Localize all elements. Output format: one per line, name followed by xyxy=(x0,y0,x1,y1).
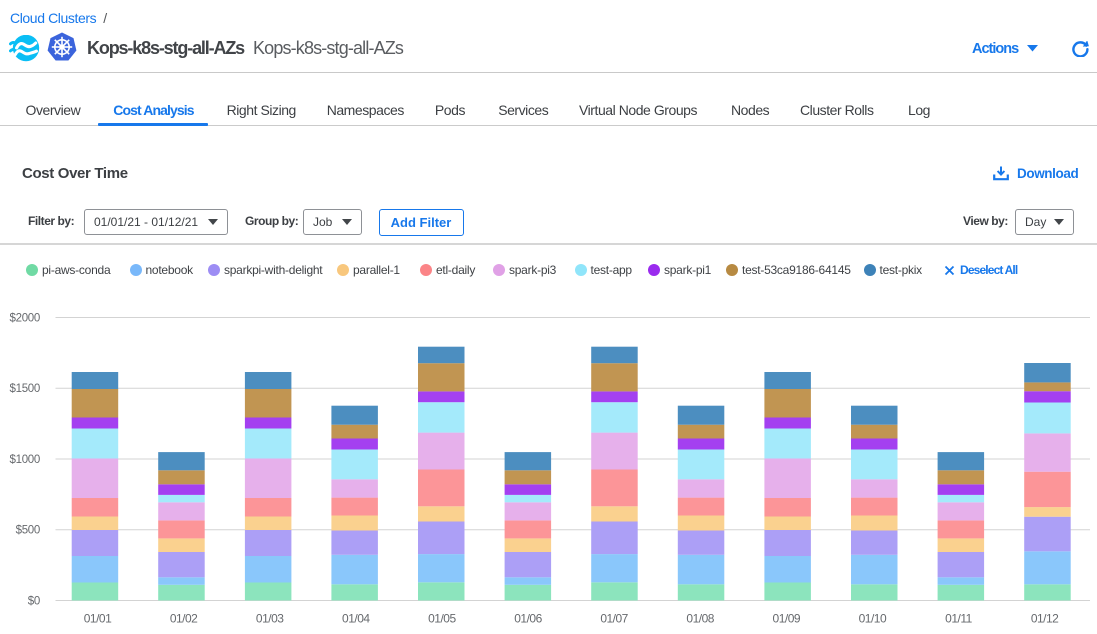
svg-text:01/11: 01/11 xyxy=(945,611,972,625)
svg-text:$1000: $1000 xyxy=(10,454,40,466)
svg-text:01/02: 01/02 xyxy=(170,611,198,625)
svg-text:01/10: 01/10 xyxy=(859,611,887,625)
svg-text:01/12: 01/12 xyxy=(1031,611,1059,625)
svg-text:01/08: 01/08 xyxy=(686,611,714,625)
svg-text:01/07: 01/07 xyxy=(600,611,628,625)
svg-text:01/04: 01/04 xyxy=(342,611,370,625)
svg-text:01/09: 01/09 xyxy=(773,611,801,625)
svg-text:01/01: 01/01 xyxy=(84,611,112,625)
svg-text:01/05: 01/05 xyxy=(428,611,456,625)
svg-text:01/06: 01/06 xyxy=(514,611,542,625)
svg-text:$2000: $2000 xyxy=(10,312,40,324)
svg-text:01/03: 01/03 xyxy=(256,611,284,625)
svg-text:$1500: $1500 xyxy=(10,383,40,395)
svg-text:$500: $500 xyxy=(16,525,40,537)
svg-text:$0: $0 xyxy=(28,595,40,607)
